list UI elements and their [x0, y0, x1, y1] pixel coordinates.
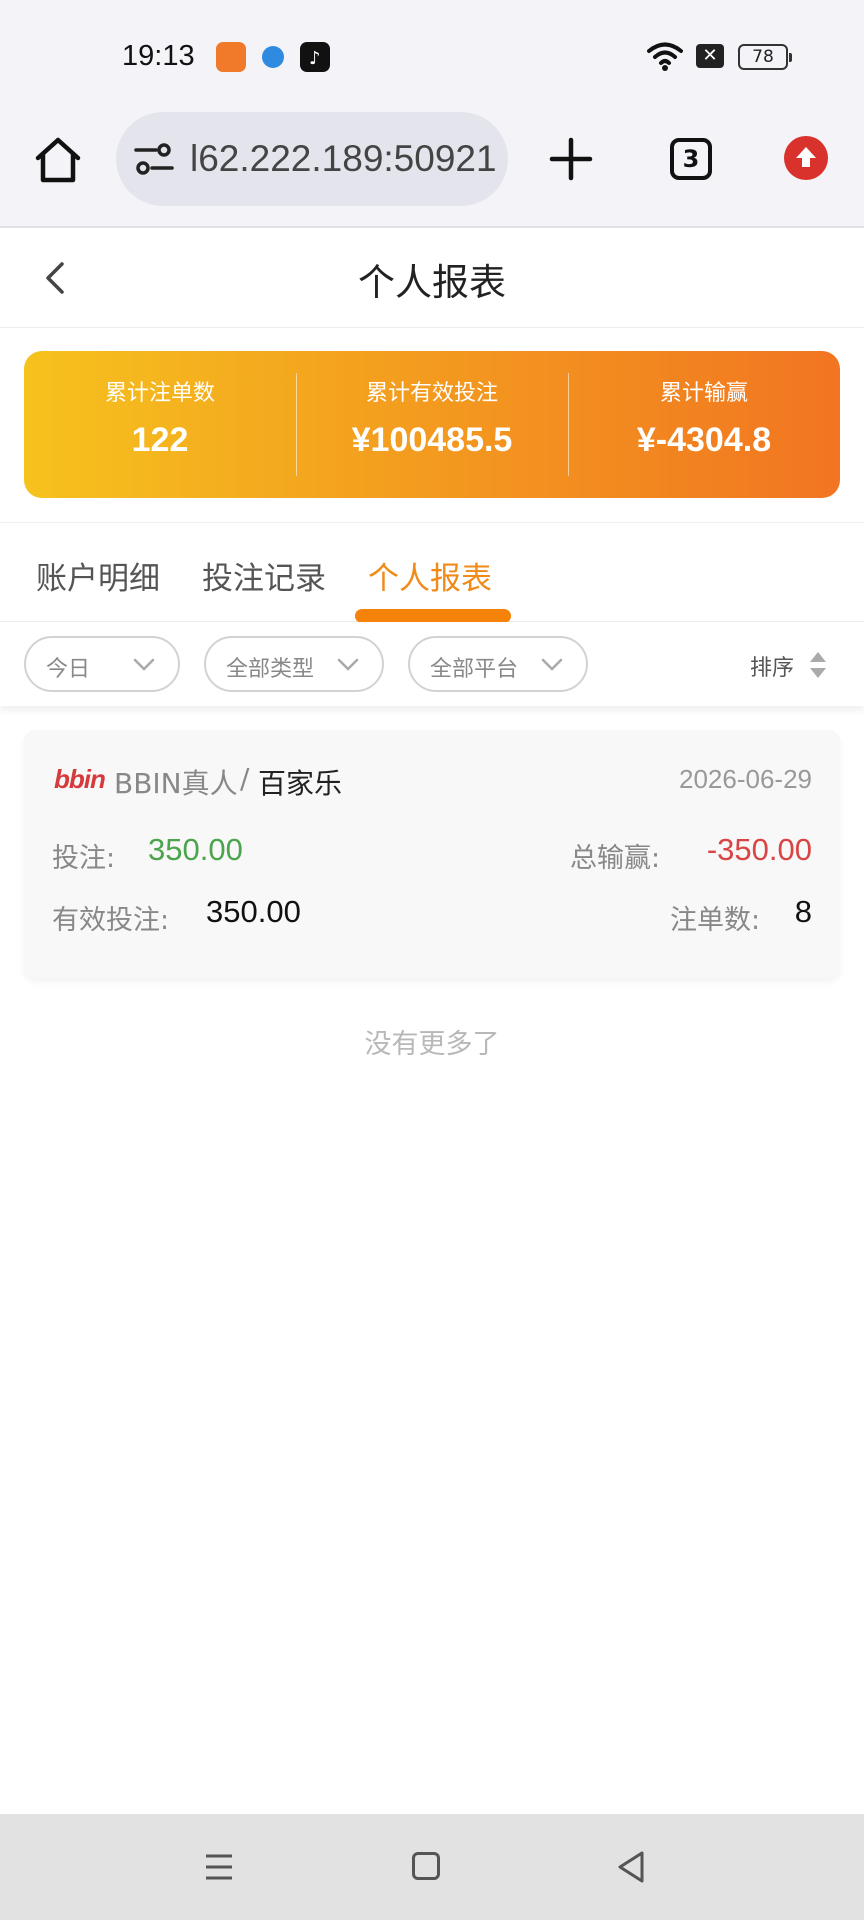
chevron-down-icon	[337, 658, 359, 671]
date-filter-dropdown[interactable]: 今日	[24, 636, 180, 692]
valid-bet-label: 有效投注:	[52, 905, 170, 936]
bet-count-value: 8	[794, 894, 812, 929]
status-bar: 19:13 ♪ ✕ 78	[0, 0, 864, 110]
page-title: 个人报表	[358, 261, 506, 304]
address-bar[interactable]: l62.222.189:50921	[116, 112, 508, 206]
tabs-icon[interactable]: 3	[670, 138, 712, 180]
status-time: 19:13	[122, 40, 195, 72]
nav-back-icon[interactable]	[616, 1850, 646, 1884]
game-name: 百家乐	[258, 767, 343, 800]
close-icon: ✕	[696, 44, 724, 68]
system-nav-bar	[0, 1814, 864, 1920]
summary-value: ¥100485.5	[351, 421, 513, 459]
tab-bar: 账户明细 投注记录 个人报表	[0, 522, 864, 623]
browser-toolbar: l62.222.189:50921 3	[0, 110, 864, 228]
summary-label: 累计有效投注	[365, 381, 498, 406]
battery-icon: 78	[738, 44, 792, 70]
bet-value: 350.00	[148, 832, 243, 867]
win-loss-label: 总输赢:	[570, 843, 661, 874]
nav-home-icon[interactable]	[412, 1852, 440, 1880]
chevron-down-icon	[541, 658, 563, 671]
sort-button[interactable]: 排序	[750, 650, 794, 682]
tab-bet-records[interactable]: 投注记录	[202, 553, 326, 598]
plus-icon[interactable]	[548, 136, 594, 182]
filter-bar: 今日 全部类型 全部平台 排序	[0, 622, 864, 706]
summary-label: 累计注单数	[104, 381, 215, 406]
url-text[interactable]: l62.222.189:50921	[190, 138, 496, 180]
summary-value: 122	[131, 421, 189, 459]
type-filter-value: 全部类型	[226, 657, 315, 682]
tab-account-details[interactable]: 账户明细	[36, 553, 160, 598]
menu-icon[interactable]	[204, 1852, 234, 1882]
chevron-down-icon	[133, 658, 155, 671]
site-settings-icon[interactable]	[134, 142, 174, 176]
home-icon[interactable]	[32, 134, 84, 186]
page-header: 个人报表	[0, 228, 864, 328]
report-record-card[interactable]: bbin BBIN真人 / 百家乐 2026-06-29 投注: 350.00 …	[24, 730, 840, 978]
summary-valid-bets: 累计有效投注 ¥100485.5	[296, 351, 568, 498]
win-loss-value: -350.00	[706, 832, 812, 867]
tab-personal-report[interactable]: 个人报表	[368, 553, 492, 598]
no-more-text: 没有更多了	[364, 1029, 500, 1060]
notification-browser-icon	[262, 46, 284, 68]
summary-value: ¥-4304.8	[636, 421, 772, 459]
type-filter-dropdown[interactable]: 全部类型	[204, 636, 384, 692]
wifi-icon	[647, 42, 683, 71]
bet-label: 投注:	[52, 843, 116, 874]
notification-tiktok-icon: ♪	[300, 42, 330, 72]
valid-bet-value: 350.00	[206, 894, 301, 929]
record-date: 2026-06-29	[679, 764, 812, 794]
summary-card: 累计注单数 122 累计有效投注 ¥100485.5 累计输赢 ¥-4304.8	[24, 351, 840, 498]
platform-filter-value: 全部平台	[430, 657, 519, 682]
notification-app-icon	[216, 42, 246, 72]
active-tab-indicator	[355, 609, 511, 623]
separator: /	[240, 762, 250, 795]
bet-count-label: 注单数:	[670, 905, 761, 936]
platform-name: BBIN真人	[114, 767, 238, 800]
svg-text:♪: ♪	[309, 48, 321, 69]
summary-total-bets: 累计注单数 122	[24, 351, 296, 498]
sort-icon[interactable]	[808, 650, 828, 680]
platform-filter-dropdown[interactable]: 全部平台	[408, 636, 588, 692]
upload-icon[interactable]	[784, 136, 828, 180]
summary-win-loss: 累计输赢 ¥-4304.8	[568, 351, 840, 498]
summary-label: 累计输赢	[659, 381, 748, 406]
date-filter-value: 今日	[46, 657, 91, 682]
bbin-logo: bbin	[54, 764, 106, 794]
